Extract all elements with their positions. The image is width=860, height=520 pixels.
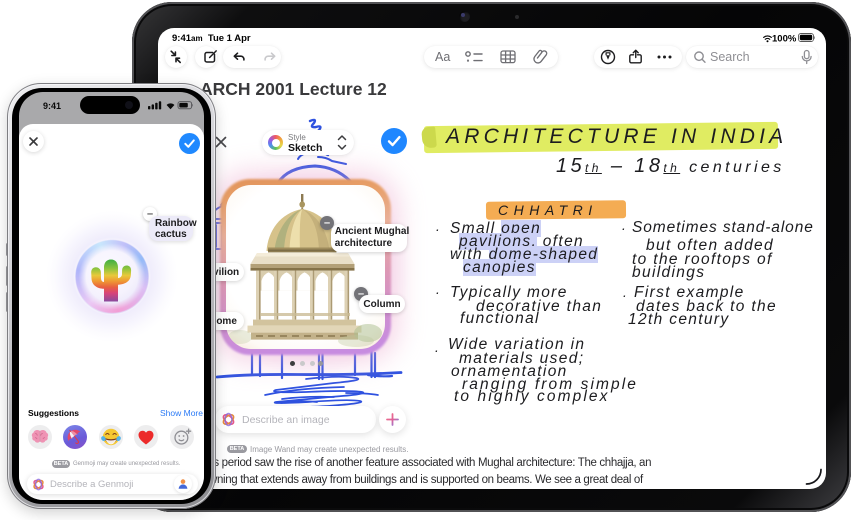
- svg-text:100%: 100%: [772, 34, 797, 45]
- svg-text:Aa: Aa: [435, 50, 450, 64]
- svg-text:Search: Search: [710, 50, 750, 64]
